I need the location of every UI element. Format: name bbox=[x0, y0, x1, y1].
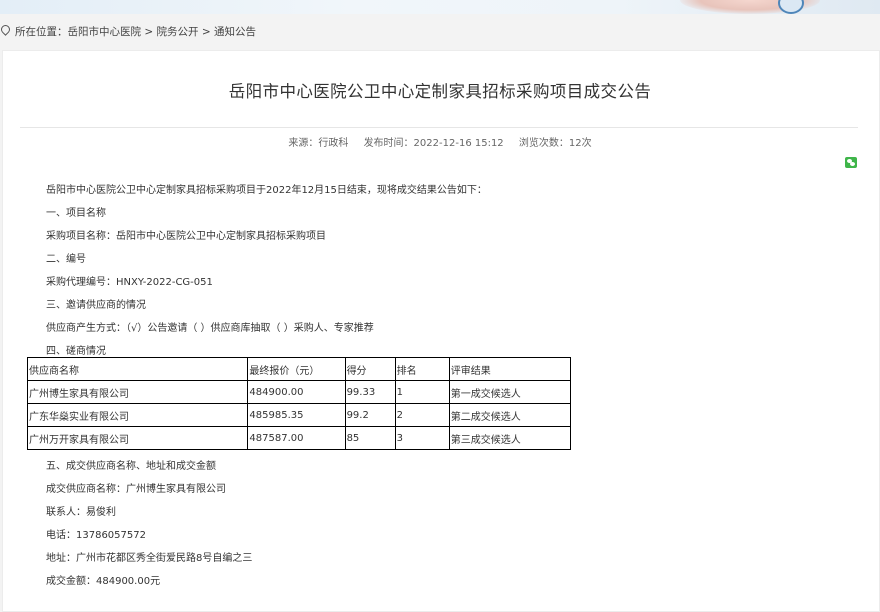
table-cell: 第一成交候选人 bbox=[448, 380, 572, 404]
breadcrumb-label: 所在位置： bbox=[15, 26, 68, 38]
bid-result-table: 供应商名称 最终报价（元） 得分 排名 评审结果 广州博生家具有限公司 4849… bbox=[26, 357, 572, 450]
intro-paragraph: 岳阳市中心医院公卫中心定制家具招标采购项目于2022年12月15日结束，现将成交… bbox=[46, 185, 487, 196]
table-cell: 第二成交候选人 bbox=[448, 403, 572, 427]
wechat-share-icon[interactable] bbox=[845, 157, 857, 168]
breadcrumb-item-affairs[interactable]: 院务公开 bbox=[157, 26, 199, 38]
table-cell: 487587.00 bbox=[247, 426, 346, 450]
table-header-row: 供应商名称 最终报价（元） 得分 排名 评审结果 bbox=[26, 357, 572, 381]
title-divider bbox=[20, 127, 858, 128]
table-cell: 484900.00 bbox=[247, 380, 346, 404]
table-cell: 99.33 bbox=[344, 380, 396, 404]
section-heading: 三、邀请供应商的情况 bbox=[46, 300, 146, 311]
breadcrumb-item-hospital[interactable]: 岳阳市中心医院 bbox=[68, 26, 142, 38]
table-row: 广东华燊实业有限公司 485985.35 99.2 2 第二成交候选人 bbox=[26, 403, 572, 427]
table-header-cell: 最终报价（元） bbox=[247, 357, 346, 381]
table-row: 广州博生家具有限公司 484900.00 99.33 1 第一成交候选人 bbox=[26, 380, 572, 404]
table-cell: 广州万开家具有限公司 bbox=[26, 426, 249, 450]
table-row: 广州万开家具有限公司 487587.00 85 3 第三成交候选人 bbox=[26, 426, 572, 450]
table-cell: 85 bbox=[344, 426, 396, 450]
page-title: 岳阳市中心医院公卫中心定制家具招标采购项目成交公告 bbox=[228, 82, 652, 101]
paragraph: 采购项目名称：岳阳市中心医院公卫中心定制家具招标采购项目 bbox=[46, 231, 326, 242]
paragraph: 成交金额：484900.00元 bbox=[46, 576, 161, 587]
breadcrumb: 所在位置：岳阳市中心医院 > 院务公开 > 通知公告 bbox=[0, 22, 256, 42]
table-cell: 485985.35 bbox=[247, 403, 346, 427]
paragraph: 联系人：易俊利 bbox=[46, 507, 116, 518]
meta-publish-time: 发布时间：2022-12-16 15:12 bbox=[363, 138, 504, 149]
table-cell: 广州博生家具有限公司 bbox=[26, 380, 249, 404]
table-cell: 广东华燊实业有限公司 bbox=[26, 403, 249, 427]
paragraph: 电话：13786057572 bbox=[46, 530, 146, 541]
breadcrumb-separator: > bbox=[201, 26, 211, 38]
table-header-cell: 得分 bbox=[344, 357, 396, 381]
section-heading: 四、磋商情况 bbox=[46, 346, 106, 357]
table-header-cell: 评审结果 bbox=[448, 357, 572, 381]
table-cell: 2 bbox=[394, 403, 450, 427]
breadcrumb-separator: > bbox=[144, 26, 154, 38]
paragraph: 地址：广州市花都区秀全街爱民路8号自编之三 bbox=[46, 553, 253, 564]
meta-source: 来源：行政科 bbox=[288, 138, 349, 149]
table-cell: 第三成交候选人 bbox=[448, 426, 572, 450]
breadcrumb-item-notice[interactable]: 通知公告 bbox=[214, 26, 256, 38]
paragraph: 采购代理编号：HNXY-2022-CG-051 bbox=[46, 277, 213, 288]
paragraph: 供应商产生方式：（√）公告邀请（ ）供应商库抽取（ ）采购人、专家推荐 bbox=[46, 323, 374, 334]
table-cell: 3 bbox=[394, 426, 450, 450]
table-header-cell: 排名 bbox=[394, 357, 450, 381]
table-cell: 1 bbox=[394, 380, 450, 404]
paragraph: 成交供应商名称：广州博生家具有限公司 bbox=[46, 484, 226, 495]
location-pin-icon bbox=[1, 25, 10, 37]
meta-views: 浏览次数：12次 bbox=[518, 138, 592, 149]
section-heading: 一、项目名称 bbox=[46, 208, 106, 219]
header-banner bbox=[0, 0, 880, 14]
table-header-cell: 供应商名称 bbox=[26, 357, 249, 381]
article-meta: 来源：行政科 发布时间：2022-12-16 15:12 浏览次数：12次 bbox=[0, 134, 880, 149]
section-heading: 五、成交供应商名称、地址和成交金额 bbox=[46, 461, 216, 472]
section-heading: 二、编号 bbox=[46, 254, 86, 265]
table-cell: 99.2 bbox=[344, 403, 396, 427]
